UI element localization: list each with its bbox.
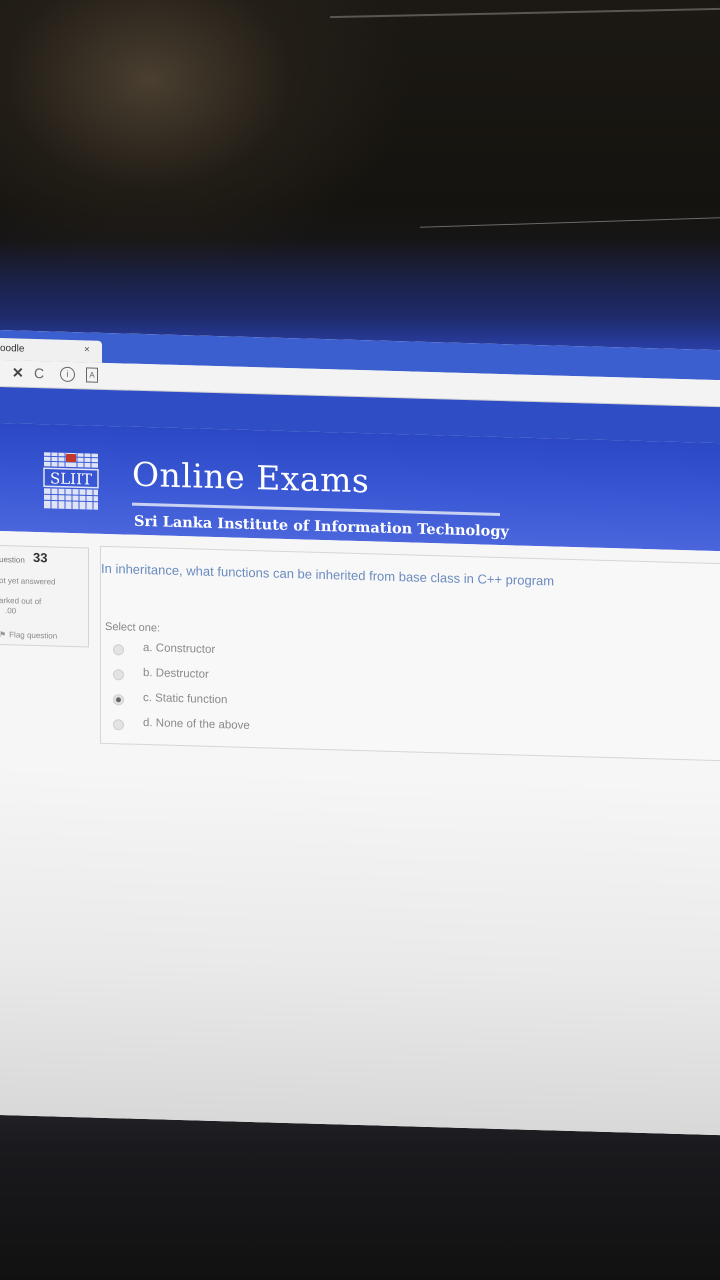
answer-label-c[interactable]: c. Static function: [143, 692, 227, 706]
question-text: In inheritance, what functions can be in…: [101, 560, 555, 589]
reload-icon[interactable]: C: [34, 365, 44, 381]
radio-b[interactable]: [113, 669, 124, 681]
background-edge: [330, 7, 720, 19]
browser-tab[interactable]: oodle ×: [0, 338, 102, 363]
radio-c[interactable]: [113, 694, 124, 706]
question-grade-label: arked out of: [0, 595, 42, 607]
main-content: uestion 33 ot yet answered arked out of …: [0, 531, 720, 1136]
answer-option-d[interactable]: d. None of the above: [113, 716, 413, 744]
question-state: ot yet answered: [0, 575, 56, 587]
radio-a[interactable]: [113, 644, 124, 656]
monitor-screen: oodle × ✕ C i A SLIIT Online Exams Sri L…: [0, 330, 720, 1136]
page-icon[interactable]: A: [86, 367, 98, 383]
site-info-icon[interactable]: i: [60, 366, 75, 383]
question-info-panel: uestion 33 ot yet answered arked out of …: [0, 544, 89, 648]
question-number: 33: [33, 549, 48, 566]
answer-label-b[interactable]: b. Destructor: [143, 667, 209, 681]
flag-icon: ⚑: [0, 629, 7, 640]
logo-text: SLIIT: [50, 469, 92, 488]
answer-label-a[interactable]: a. Constructor: [143, 642, 215, 656]
background-edge: [420, 217, 720, 228]
answer-option-a[interactable]: a. Constructor: [113, 641, 413, 669]
site-header: SLIIT Online Exams Sri Lanka Institute o…: [0, 423, 720, 552]
answer-label-d[interactable]: d. None of the above: [143, 717, 250, 732]
radio-d[interactable]: [113, 719, 124, 731]
answer-option-b[interactable]: b. Destructor: [113, 666, 413, 694]
tab-title: oodle: [0, 343, 25, 355]
answer-option-c[interactable]: c. Static function: [113, 691, 413, 719]
question-label: uestion: [0, 554, 25, 565]
flag-question-label: Flag question: [9, 630, 58, 641]
stop-icon[interactable]: ✕: [12, 364, 24, 381]
tab-close-icon[interactable]: ×: [84, 344, 90, 355]
site-title: Online Exams: [132, 454, 370, 501]
flag-question-link[interactable]: ⚑ Flag question: [0, 630, 57, 641]
question-box: In inheritance, what functions can be in…: [100, 545, 720, 762]
sliit-logo[interactable]: SLIIT: [42, 450, 100, 512]
select-one-prompt: Select one:: [105, 620, 161, 635]
question-grade-value: .00: [5, 606, 17, 616]
